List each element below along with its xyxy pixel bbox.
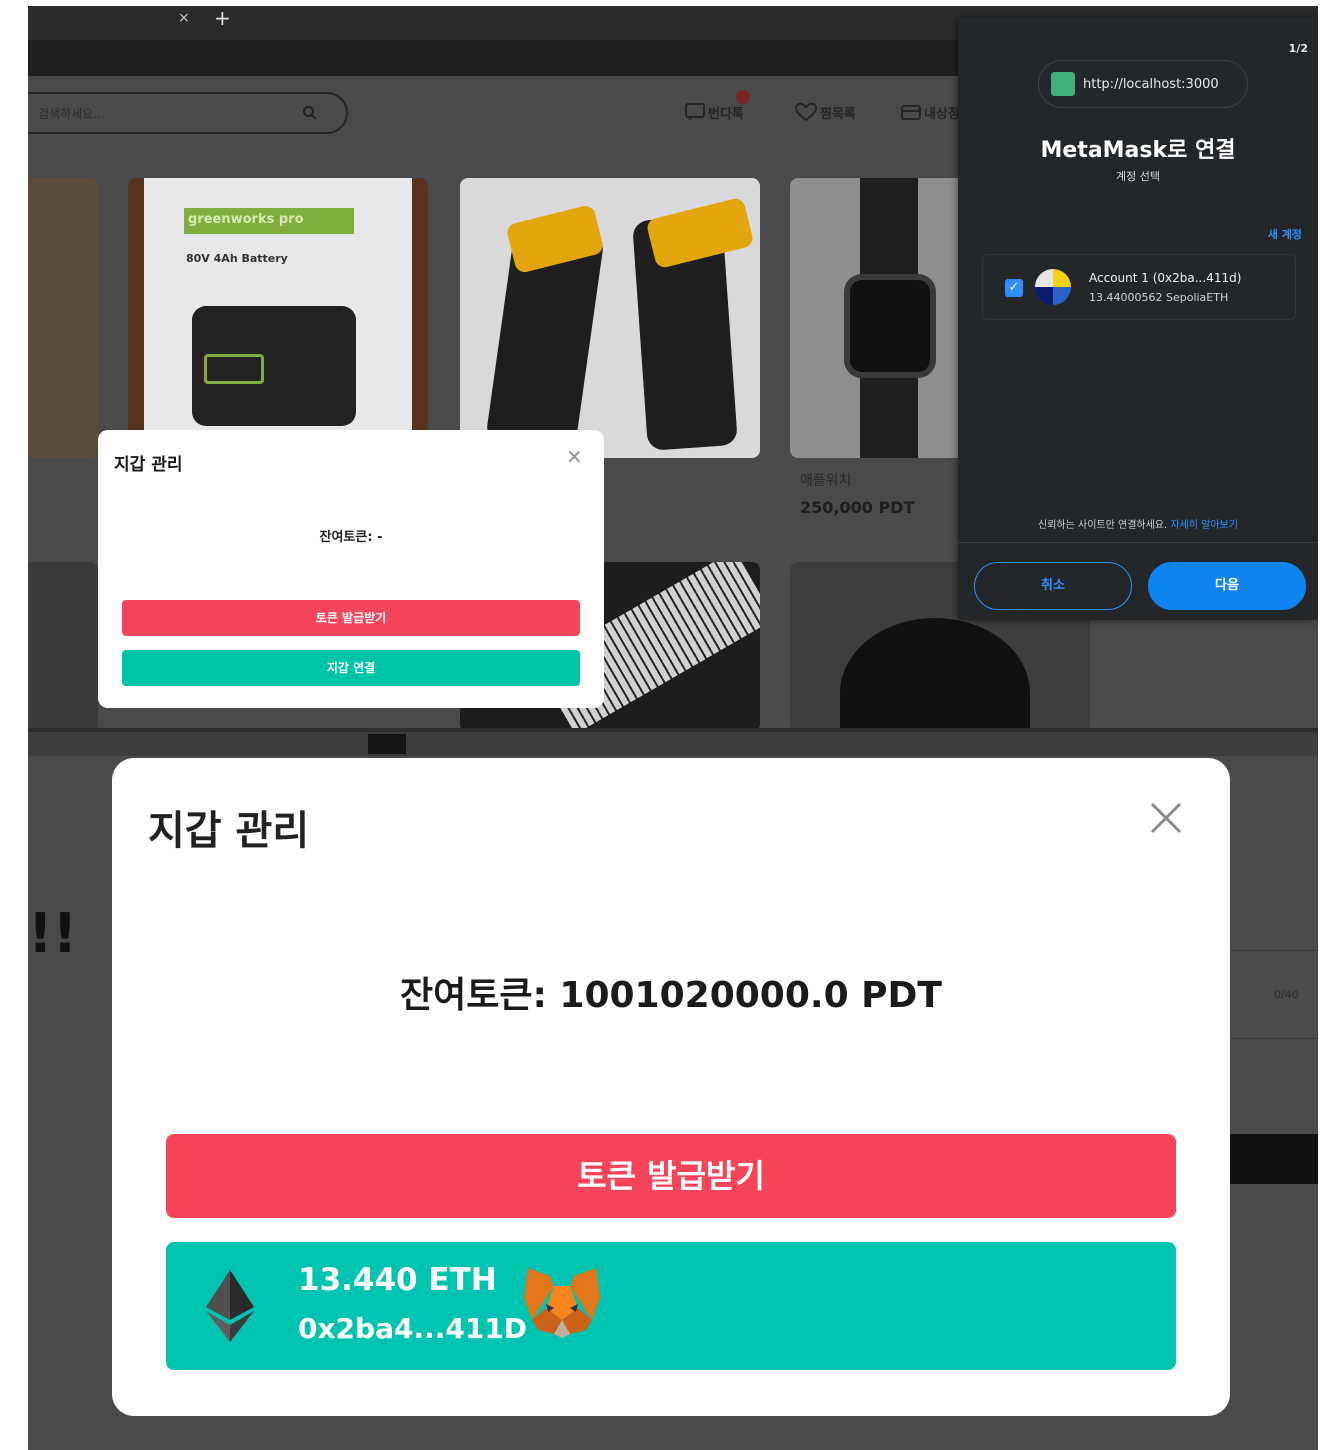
divider [1228,1038,1318,1039]
chat-icon [685,103,705,121]
background-counter: 0/40 [1274,988,1299,1001]
product-card-battery[interactable]: greenworks pro 80V 4Ah Battery [128,178,428,458]
modal-title: 지갑 관리 [114,455,183,475]
bag-image [840,618,1030,732]
new-tab-button[interactable]: + [214,6,231,30]
trust-text: 신뢰하는 사이트만 연결하세요. [1038,520,1168,531]
close-icon[interactable] [1148,800,1184,836]
background-block [368,734,406,754]
cancel-button[interactable]: 취소 [974,562,1132,610]
checkbox-icon[interactable]: ✓ [1005,279,1023,297]
connect-wallet-button[interactable]: 지갑 연결 [122,650,580,686]
product-title: 애플워치 [800,473,852,489]
metamask-fox-icon [524,1268,600,1338]
background-heading-fragment: !! [28,902,78,965]
search-icon[interactable] [302,105,318,121]
product-price: 250,000 PDT [800,498,915,517]
product-card-image[interactable] [28,562,98,732]
divider [1228,950,1318,951]
top-browser-screenshot: × + 검색하세요... 번다톡 찜목록 내상점 greenworks pro … [28,6,1318,732]
brand-text: greenworks pro [188,212,304,227]
nav-chat[interactable]: 번다톡 [684,102,744,122]
thermometer-head [645,196,755,270]
product-card-watch[interactable] [790,178,970,458]
ethereum-icon [206,1270,254,1342]
screenshot-root: × + 검색하세요... 번다톡 찜목록 내상점 greenworks pro … [0,0,1335,1450]
wallet-modal-small: 지갑 관리 × 잔여토큰: - 토큰 발급받기 지갑 연결 [98,430,604,708]
popup-title: MetaMask로 연결 [1040,138,1236,163]
learn-more-link[interactable]: 자세히 알아보기 [1170,520,1238,531]
wallet-address: 0x2ba4...411D [298,1312,528,1345]
store-icon [901,105,921,120]
watch-face [844,274,936,378]
account-balance: 13.44000562 SepoliaETH [1089,291,1229,304]
issue-token-button[interactable]: 토큰 발급받기 [166,1134,1176,1218]
modal-title: 지갑 관리 [148,808,310,854]
eth-balance: 13.440 ETH [298,1262,497,1298]
popup-subtitle: 계정 선택 [1116,170,1160,183]
account-row[interactable]: ✓ Account 1 (0x2ba...411d) 13.44000562 S… [982,254,1296,320]
origin-url: http://localhost:3000 [1083,76,1219,92]
next-button[interactable]: 다음 [1148,562,1306,610]
product-card-image[interactable] [28,178,98,458]
account-name: Account 1 (0x2ba...411d) [1089,271,1242,285]
search-input[interactable]: 검색하세요... [28,92,348,134]
close-icon[interactable]: × [566,444,583,468]
wallet-modal-large: 지갑 관리 잔여토큰: 1001020000.0 PDT 토큰 발급받기 13.… [112,758,1230,1416]
search-placeholder: 검색하세요... [38,107,105,121]
heart-icon [794,102,818,122]
nav-chat-label: 번다톡 [708,106,744,122]
battery-label: 80V 4Ah Battery [186,252,288,265]
nav-mystore-label: 내상점 [924,106,960,122]
nav-wishlist-label: 찜목록 [820,106,856,122]
site-favicon-icon [1051,72,1075,96]
token-balance: 잔여토큰: 1001020000.0 PDT [400,975,942,1016]
divider [958,542,1318,543]
nav-mystore[interactable]: 내상점 [900,102,960,122]
step-indicator: 1/2 [1288,42,1308,55]
nav-wishlist[interactable]: 찜목록 [794,102,856,122]
issue-token-button[interactable]: 토큰 발급받기 [122,600,580,636]
metamask-connect-popup: 1/2 http://localhost:3000 MetaMask로 연결 계… [958,18,1318,620]
connected-wallet-button[interactable]: 13.440 ETH 0x2ba4...411D [166,1242,1176,1370]
new-account-link[interactable]: 새 계정 [1268,226,1302,242]
trust-notice: 신뢰하는 사이트만 연결하세요. 자세히 알아보기 [958,516,1318,531]
background-header [28,732,1318,756]
battery-stripe [204,354,264,384]
tab-close-icon[interactable]: × [178,10,190,26]
token-balance: 잔여토큰: - [319,530,383,545]
background-block [1228,1134,1318,1184]
product-card-thermometer[interactable] [460,178,760,458]
account-avatar [1035,269,1071,305]
site-origin-pill: http://localhost:3000 [1038,60,1248,108]
